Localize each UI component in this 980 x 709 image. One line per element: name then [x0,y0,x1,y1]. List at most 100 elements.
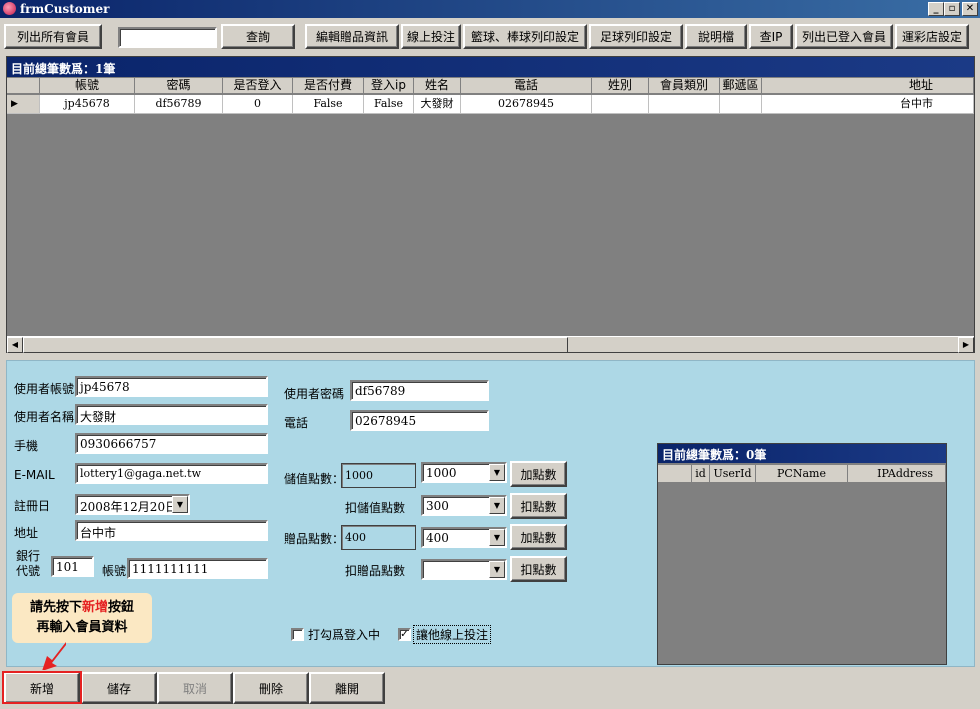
deduct-gift-points-button[interactable]: 扣點數 [510,556,567,582]
account-label: 使用者帳號 [14,382,75,396]
table-cell[interactable]: df56789 [135,95,223,114]
column-header[interactable]: id [692,465,710,483]
column-header[interactable]: PCName [756,465,848,483]
query-button[interactable]: 查詢 [221,24,295,49]
stored-points-select[interactable]: 1000 ▼ [421,462,507,483]
app-icon [3,2,16,15]
name-field[interactable]: 大發財 [75,404,268,425]
lottery-shop-settings-button[interactable]: 運彩店設定 [895,24,969,49]
table-cell[interactable]: False [364,95,414,114]
table-cell[interactable]: 大發財 [414,95,461,114]
stored-points-label: 儲值點數： [284,472,345,486]
bank-code-field[interactable]: 101 [51,556,94,577]
window-title: frmCustomer [20,2,110,16]
close-icon[interactable]: ✕ [962,2,978,16]
column-header[interactable]: 登入ip [364,78,414,94]
scroll-left-icon[interactable]: ◀ [7,337,23,353]
basketball-print-settings-button[interactable]: 籃球、棒球列印設定 [463,24,587,49]
column-header[interactable]: 地址 [762,78,974,94]
column-header[interactable]: 會員類別 [649,78,720,94]
callout-line-1: 請先按下新增按鈕 [29,600,135,615]
column-header[interactable]: 姓名 [414,78,461,94]
column-header[interactable]: IPAddress [848,465,946,483]
deduct-gift-label: 扣贈品點數 [345,564,406,578]
email-label: E-MAIL [14,468,55,482]
scroll-right-icon[interactable]: ▶ [958,337,974,353]
deduct-stored-select-value: 300 [426,499,449,513]
table-cell[interactable]: False [293,95,364,114]
search-input[interactable] [118,27,217,48]
chevron-down-icon[interactable]: ▼ [489,529,505,546]
column-header[interactable]: 郵遞區 [720,78,762,94]
table-cell[interactable] [649,95,720,114]
table-cell[interactable] [592,95,649,114]
manual-button[interactable]: 說明檔 [685,24,747,49]
deduct-stored-select[interactable]: 300 ▼ [421,495,507,516]
mini-grid-caption: 目前總筆數爲：0筆 [658,444,946,463]
chevron-down-icon[interactable]: ▼ [172,496,188,513]
table-cell[interactable]: 台中市 [762,95,974,114]
save-button[interactable]: 儲存 [81,672,157,704]
column-header[interactable]: 密碼 [135,78,223,94]
address-label: 地址 [14,526,39,540]
horizontal-scrollbar[interactable]: ◀ ▶ [7,336,974,353]
scrollbar-thumb[interactable] [23,337,568,353]
row-header-corner [658,465,692,483]
minimize-icon[interactable]: _ [928,2,944,16]
bank-account-label: 帳號 [102,564,127,578]
delete-button[interactable]: 刪除 [233,672,309,704]
cancel-button[interactable]: 取消 [157,672,233,704]
stored-points-select-value: 1000 [426,466,457,480]
address-field[interactable]: 台中市 [75,520,268,541]
email-field[interactable]: lottery1@gaga.net.tw [75,463,268,484]
bank-account-field[interactable]: 1111111111 [127,558,268,579]
column-header[interactable]: 電話 [461,78,592,94]
list-all-members-button[interactable]: 列出所有會員 [4,24,102,49]
phone-label: 電話 [284,416,309,430]
add-gift-points-button[interactable]: 加點數 [510,524,567,550]
row-selector-icon[interactable]: ▶ [7,95,40,114]
mobile-label: 手機 [14,439,39,453]
instruction-callout: 請先按下新增按鈕 再輸入會員資料 [12,593,152,643]
mobile-field[interactable]: 0930666757 [75,433,268,454]
stored-points-value: 1000 [341,463,416,488]
soccer-print-settings-button[interactable]: 足球列印設定 [589,24,683,49]
register-date-picker[interactable]: 2008年12月20日 ▼ [75,494,190,515]
column-header[interactable]: 帳號 [40,78,135,94]
column-header[interactable]: 是否付費 [293,78,364,94]
gift-points-select[interactable]: 400 ▼ [421,527,507,548]
column-header[interactable]: 姓別 [592,78,649,94]
column-header[interactable]: 是否登入 [223,78,293,94]
chevron-down-icon[interactable]: ▼ [489,497,505,514]
callout-line-2: 再輸入會員資料 [36,620,128,635]
logged-in-checkbox[interactable] [291,628,304,641]
password-field[interactable]: df56789 [350,380,489,401]
edit-gift-info-button[interactable]: 編輯贈品資訊 [305,24,399,49]
table-cell[interactable]: 02678945 [461,95,592,114]
maximize-icon[interactable]: ▫ [944,2,960,16]
deduct-stored-points-button[interactable]: 扣點數 [510,493,567,519]
chevron-down-icon[interactable]: ▼ [489,561,505,578]
chevron-down-icon[interactable]: ▼ [489,464,505,481]
online-bet-checkbox[interactable]: ✓ [398,628,411,641]
bottom-action-bar: 新增 儲存 取消 刪除 離開 [0,670,980,709]
list-logged-in-button[interactable]: 列出已登入會員 [795,24,893,49]
gift-points-value: 400 [341,525,416,550]
check-ip-button[interactable]: 查IP [749,24,793,49]
table-cell[interactable]: 0 [223,95,293,114]
login-sessions-grid[interactable]: 目前總筆數爲：0筆 id UserId PCName IPAddress [657,443,947,665]
table-cell[interactable]: jp45678 [40,95,135,114]
members-grid[interactable]: 目前總筆數爲：1筆 帳號 密碼 是否登入 是否付費 登入ip 姓名 電話 姓別 … [6,56,975,353]
phone-field[interactable]: 02678945 [350,410,489,431]
column-header[interactable]: UserId [710,465,756,483]
deduct-gift-select[interactable]: ▼ [421,559,507,580]
add-stored-points-button[interactable]: 加點數 [510,461,567,487]
logged-in-checkbox-label[interactable]: 打勾爲登入中 [308,626,380,643]
table-cell[interactable] [720,95,762,114]
online-bet-checkbox-label[interactable]: 讓他線上投注 [413,625,492,644]
leave-button[interactable]: 離開 [309,672,385,704]
bank-code-label: 代號 [16,564,41,578]
account-field[interactable]: jp45678 [75,376,268,397]
online-bet-button[interactable]: 線上投注 [401,24,461,49]
gift-points-label: 贈品點數： [284,532,345,546]
